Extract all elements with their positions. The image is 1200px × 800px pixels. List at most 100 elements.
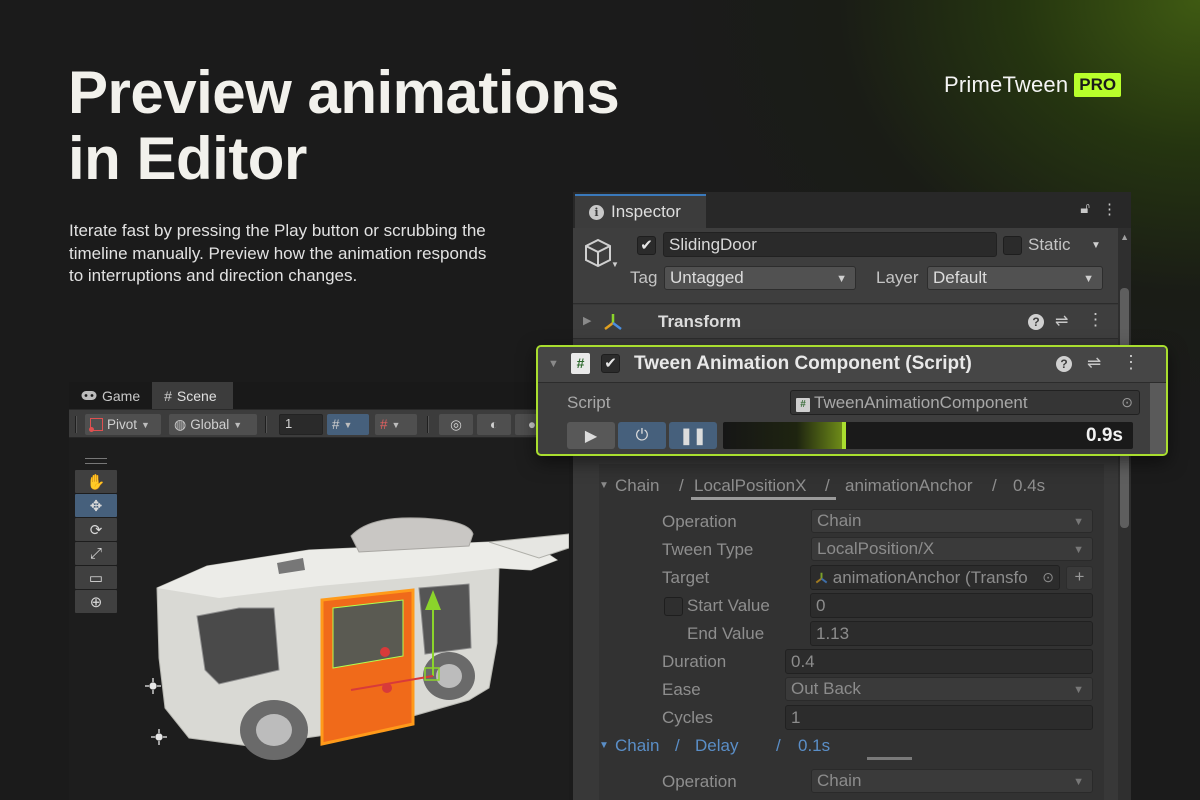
inspector-scrollbar[interactable]: ▲ [1118,228,1131,800]
chevron-right-icon[interactable]: ▶ [583,314,591,327]
headline-line-2: in Editor [68,125,307,192]
transform-label: Transform [658,312,742,331]
more-vertical-icon[interactable]: ⋮ [1102,200,1117,218]
brand-name: PrimeTween [944,72,1069,97]
global-dropdown[interactable]: ◍ Global ▼ [169,414,257,435]
ease-dropdown[interactable]: Out Back ▼ [785,677,1093,701]
object-picker-icon[interactable]: ⊙ [1121,392,1133,413]
snap-icon: # [380,417,388,432]
tween-type-value: LocalPosition/X [817,539,935,558]
sphere-wire-icon: ◎ [450,416,462,432]
end-value-field[interactable]: 1.13 [810,621,1093,646]
target-field[interactable]: animationAnchor (Transfo ⊙ [810,565,1060,590]
component-title: Tween Animation Component (Script) [634,353,972,374]
info-icon: i [589,204,604,220]
toolbar-separator [265,416,267,433]
more-vertical-icon[interactable]: ⋮ [1087,310,1104,330]
inspector-panel: i Inspector 🔓︎ ⋮ ▼ ✔ SlidingDoor Static … [573,192,1131,800]
scene-view-panel: Game # Scene Pivot ▼ ◍ Global ▼ 1 # ▼ # … [69,382,569,800]
van-model[interactable] [69,438,569,800]
scene-tab-bar: Game # Scene [69,382,569,409]
help-icon[interactable]: ? [1028,314,1044,330]
snap-increment-toggle[interactable]: # ▼ [375,414,417,435]
power-icon: ⏻ [635,426,649,444]
chain-separator: / [675,736,680,755]
scroll-up-icon[interactable]: ▲ [1120,232,1129,242]
chevron-down-icon: ▼ [1073,776,1084,788]
chain-progress-line [867,757,912,760]
sphere-shaded-icon: ◐ [489,417,499,432]
operation-dropdown[interactable]: Chain ▼ [811,509,1093,533]
tab-game[interactable]: Game [69,382,152,409]
cycles-field[interactable]: 1 [785,705,1093,730]
add-target-button[interactable]: + [1066,566,1093,590]
object-name-field[interactable]: SlidingDoor [663,232,997,257]
object-picker-icon[interactable]: ⊙ [1042,567,1054,588]
scene-toolbar: Pivot ▼ ◍ Global ▼ 1 # ▼ # ▼ ◎ ◐ ● [69,409,569,438]
tab-scene[interactable]: # Scene [152,382,233,409]
chevron-down-icon: ▼ [391,419,401,430]
plus-icon: + [1074,567,1085,586]
chevron-down-icon[interactable]: ▼ [548,358,559,370]
ease-label: Ease [662,680,701,699]
card-scrollbar [1150,383,1166,454]
global-label: Global [190,417,230,432]
chevron-down-icon: ▼ [1083,273,1094,285]
operation-dropdown[interactable]: Chain ▼ [811,769,1093,793]
inspector-tab-actions: 🔓︎ ⋮ [1080,200,1117,218]
cycles-label: Cycles [662,708,714,727]
sliders-icon[interactable]: ⇌ [1087,353,1101,373]
chain-separator: / [776,736,781,755]
chevron-down-icon: ▼ [233,419,243,430]
chevron-down-icon[interactable]: ▼ [599,740,609,751]
chain-progress-line [691,497,836,500]
power-toggle-button[interactable]: ⏻ [618,422,666,449]
globe-icon: ◍ [174,416,187,432]
tab-inspector[interactable]: i Inspector [575,194,706,228]
chain-duration-label: 0.4s [1013,476,1046,495]
duration-field[interactable]: 0.4 [785,649,1093,674]
chevron-down-icon: ▼ [1073,684,1084,696]
tag-dropdown[interactable]: Untagged ▼ [664,266,856,290]
grid-size-input[interactable]: 1 [279,414,323,435]
pause-button[interactable]: ❚❚ [669,422,717,449]
chevron-down-icon[interactable]: ▼ [1091,240,1101,251]
script-icon: # [796,398,810,412]
component-enabled-checkbox[interactable]: ✔ [601,354,620,373]
target-value: animationAnchor (Transfo [832,568,1028,587]
component-header[interactable]: ▼ # ✔ Tween Animation Component (Script)… [538,347,1166,383]
timeline-scrubber[interactable]: 0.9s [723,422,1133,449]
start-value-checkbox[interactable] [664,597,683,616]
chain-item-header[interactable]: ▼ Chain / Delay / 0.1s [599,732,1104,762]
more-vertical-icon[interactable]: ⋮ [1122,352,1140,373]
chain-item-header[interactable]: ▼ Chain / LocalPositionX / animationAnch… [599,472,1104,502]
grid-snap-toggle[interactable]: # ▼ [327,414,369,435]
shading-button[interactable]: ◐ [477,414,511,435]
layer-value: Default [933,268,987,287]
tween-type-dropdown[interactable]: LocalPosition/X ▼ [811,537,1093,561]
tween-animation-component: ▼ # ✔ Tween Animation Component (Script)… [536,345,1168,456]
transform-component-header[interactable]: ▶ Transform ? ⇌ ⋮ [573,305,1118,339]
start-value-field[interactable]: 0 [810,593,1093,618]
active-checkbox[interactable]: ✔ [637,236,656,255]
sphere-lit-icon: ● [527,417,537,432]
page-headline: Preview animations in Editor [68,60,688,192]
pivot-label: Pivot [107,417,138,432]
chain-separator: / [825,476,830,495]
brand-logo: PrimeTween PRO [944,72,1122,98]
sliders-icon[interactable]: ⇌ [1055,311,1068,331]
help-icon[interactable]: ? [1056,356,1072,372]
static-checkbox[interactable] [1003,236,1022,255]
play-button[interactable]: ▶ [567,422,615,449]
chain-op-label: Chain [615,736,660,755]
duration-label: Duration [662,652,727,671]
script-field[interactable]: # TweenAnimationComponent ⊙ [790,390,1140,415]
grid-snap-icon: # [332,417,340,432]
draw-mode-button[interactable]: ◎ [439,414,473,435]
chevron-down-icon[interactable]: ▼ [611,260,619,269]
layer-label: Layer [876,268,919,287]
chevron-down-icon[interactable]: ▼ [599,480,609,491]
layer-dropdown[interactable]: Default ▼ [927,266,1103,290]
lock-icon[interactable]: 🔓︎ [1080,200,1090,218]
pivot-dropdown[interactable]: Pivot ▼ [85,414,161,435]
